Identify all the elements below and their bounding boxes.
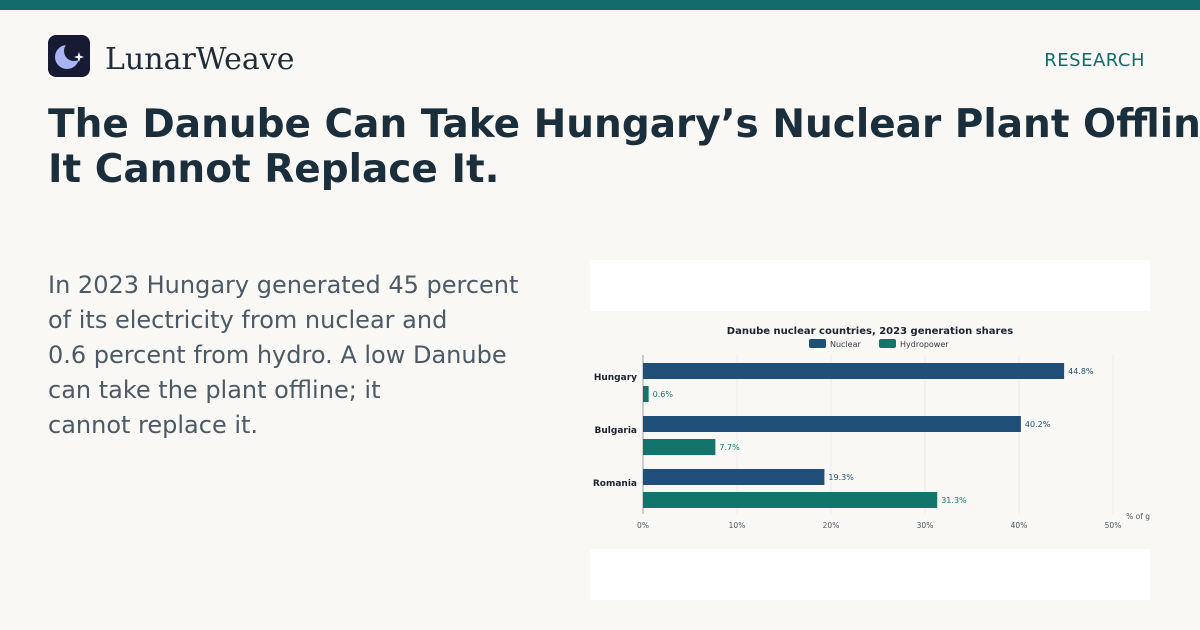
summary-text: In 2023 Hungary generated 45 percent of … bbox=[48, 268, 548, 443]
summary-line: 0.6 percent from hydro. A low Danube bbox=[48, 341, 507, 369]
chart-title: Danube nuclear countries, 2023 generatio… bbox=[727, 326, 1013, 337]
bar-nuclear bbox=[643, 416, 1021, 432]
x-tick-label: 30% bbox=[917, 521, 934, 530]
bar-nuclear bbox=[643, 363, 1065, 379]
category-label: Bulgaria bbox=[595, 426, 637, 436]
category-label: Romania bbox=[593, 479, 637, 489]
x-tick-label: 20% bbox=[823, 521, 840, 530]
legend-label: Hydropower bbox=[900, 340, 949, 349]
category-label: Hungary bbox=[594, 373, 637, 383]
bar-hydropower bbox=[643, 439, 716, 455]
summary-line: of its electricity from nuclear and bbox=[48, 306, 448, 334]
summary-line: can take the plant offline; it bbox=[48, 376, 381, 404]
top-accent-bar bbox=[0, 0, 1200, 10]
data-label: 31.3% bbox=[941, 496, 967, 505]
brand-name: LunarWeave bbox=[105, 42, 295, 77]
section-label[interactable]: RESEARCH bbox=[1044, 50, 1145, 72]
chart-card-bottom-panel bbox=[590, 549, 1150, 600]
summary-line: In 2023 Hungary generated 45 percent bbox=[48, 271, 519, 299]
bar-hydropower bbox=[643, 386, 649, 402]
bar-nuclear bbox=[643, 469, 825, 485]
x-tick-label: 10% bbox=[729, 521, 746, 530]
headline-line: The Danube Can Take Hungary’s Nuclear Pl… bbox=[48, 102, 1200, 147]
headline-line: It Cannot Replace It. bbox=[48, 147, 500, 192]
x-tick-label: 40% bbox=[1011, 521, 1028, 530]
legend-swatch bbox=[809, 339, 826, 348]
summary-line: cannot replace it. bbox=[48, 411, 259, 439]
bar-chart: Danube nuclear countries, 2023 generatio… bbox=[593, 326, 1150, 530]
legend-label: Nuclear bbox=[830, 340, 862, 349]
chart-card-top-panel bbox=[590, 260, 1150, 311]
data-label: 19.3% bbox=[828, 473, 854, 482]
data-label: 40.2% bbox=[1025, 420, 1051, 429]
moon-star-icon bbox=[55, 41, 84, 69]
bar-hydropower bbox=[643, 492, 938, 508]
x-axis-label: % of g bbox=[1126, 512, 1150, 521]
data-label: 0.6% bbox=[653, 390, 674, 399]
x-tick-label: 0% bbox=[637, 521, 649, 530]
logo bbox=[48, 35, 90, 77]
x-tick-label: 50% bbox=[1105, 521, 1122, 530]
headline: The Danube Can Take Hungary’s Nuclear Pl… bbox=[48, 102, 1200, 192]
legend-swatch bbox=[879, 339, 896, 348]
chart-card: Danube nuclear countries, 2023 generatio… bbox=[590, 260, 1150, 600]
data-label: 44.8% bbox=[1068, 367, 1094, 376]
data-label: 7.7% bbox=[719, 443, 740, 452]
